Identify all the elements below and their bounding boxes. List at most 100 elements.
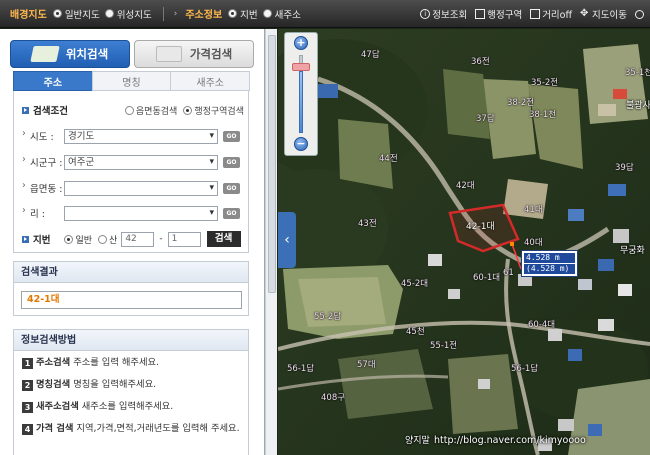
radio-new-address[interactable] <box>262 9 272 18</box>
info-query-label: 정보조회 <box>432 10 468 21</box>
sido-select[interactable]: 경기도 <box>64 128 218 144</box>
method-title: 새주소검색 <box>36 401 79 412</box>
jibun-general-label: 일반 <box>75 235 93 246</box>
lot-label: 57대 <box>357 360 376 370</box>
lot-label: 47답 <box>361 50 380 60</box>
radio-satellite-map[interactable] <box>104 9 114 18</box>
lot-label: 43전 <box>358 219 377 229</box>
distance-off-button[interactable]: 거리off <box>530 7 572 21</box>
field-row-eupmyeondong: 읍면동 : GO <box>22 180 244 196</box>
chevron-right-icon: › <box>173 8 178 19</box>
info-option-jibun-label: 지번 <box>240 9 258 21</box>
bg-option-general-label: 일반지도 <box>64 9 100 21</box>
sido-label: 시도 : <box>22 128 64 143</box>
sido-go-button[interactable]: GO <box>223 130 240 142</box>
sigungu-label: 시군구 : <box>22 154 64 169</box>
jibun-row: 지번 일반 산 42 - 1 검색 <box>22 231 244 247</box>
search-result-item[interactable]: 42-1대 <box>21 291 242 309</box>
lot-label: 60-1대 <box>473 273 501 283</box>
distance-measure-tooltip: 4.528 m (4.528 m) <box>521 250 578 277</box>
lot-label: 56-1답 <box>287 364 315 374</box>
bg-option-general[interactable]: 일반지도 <box>52 7 100 21</box>
method-desc: 지역,가격,면적,거래년도를 입력해 주세요. <box>76 423 240 434</box>
ri-go-button[interactable]: GO <box>223 207 240 219</box>
place-label: 불광사 <box>626 101 650 111</box>
sub-number-input[interactable]: 1 <box>167 231 201 247</box>
map-move-button[interactable]: ✥ 지도이동 <box>580 7 627 22</box>
sigungu-select[interactable]: 여주군 <box>64 154 218 170</box>
place-label: 양지말 <box>405 436 430 446</box>
search-method-box: 정보검색방법 1 주소검색 주소를 입력 해주세요. 2 명칭검색 명칭을 입력해주… <box>13 329 249 455</box>
info-option-jibun[interactable]: 지번 <box>228 7 258 21</box>
toolbar-divider <box>162 6 164 21</box>
tab-location-search-label: 위치검색 <box>65 47 109 61</box>
admin-district-label: 행정구역 <box>487 10 523 21</box>
admin-district-button[interactable]: 행정구역 <box>475 7 522 21</box>
ri-select[interactable] <box>64 205 218 221</box>
ruler-icon <box>530 9 541 19</box>
radio-general-map[interactable] <box>52 9 62 18</box>
search-condition-label: 검색조건 <box>33 106 68 117</box>
radio-district-search[interactable] <box>183 105 193 115</box>
zoom-slider-handle[interactable] <box>292 62 310 71</box>
address-info-heading: 주소정보 <box>185 10 223 21</box>
radio-jibun-general[interactable] <box>64 234 74 244</box>
tab-location-search[interactable]: 위치검색 <box>10 40 130 68</box>
lot-label: 36전 <box>471 57 490 67</box>
main-number-input[interactable]: 42 <box>121 231 155 247</box>
selected-parcel-label[interactable]: 42-1대 <box>466 219 495 232</box>
search-button[interactable]: 검색 <box>206 231 241 247</box>
method-item: 1 주소검색 주소를 입력 해주세요. <box>22 357 244 369</box>
field-row-ri: 리 : GO <box>22 205 244 221</box>
map-move-label: 지도이동 <box>592 10 627 21</box>
lot-label: 44전 <box>379 154 398 164</box>
number-badge: 4 <box>22 424 33 435</box>
zoom-in-button[interactable]: + <box>294 36 308 50</box>
lot-label: 35-1천 <box>625 68 650 78</box>
top-toolbar: 배경지도 일반지도 위성지도 › 주소정보 지번 새주소 i 정보조회 행정구역… <box>0 0 650 28</box>
jibun-mountain-label: 산 <box>109 235 118 246</box>
lot-label: 37답 <box>476 114 495 124</box>
info-query-button[interactable]: i 정보조회 <box>420 7 467 21</box>
search-form: 검색조건 읍면동검색 행정구역검색 시도 : 경기도 GO 시군구 : 여주군 … <box>13 91 249 253</box>
tab-price-search[interactable]: 가격검색 <box>134 40 254 68</box>
panel-collapse-button[interactable]: ‹ <box>278 212 296 268</box>
radio-jibun-mountain[interactable] <box>98 234 108 244</box>
lot-label: 61 <box>503 268 514 278</box>
eupmyeondong-select[interactable] <box>64 180 218 196</box>
eupmyeondong-label: 읍면동 : <box>22 180 64 195</box>
eupmyeondong-go-button[interactable]: GO <box>223 182 240 194</box>
lot-label: 408구 <box>321 393 346 403</box>
bg-map-heading: 배경지도 <box>10 10 47 21</box>
scrollbar-thumb[interactable] <box>268 35 276 293</box>
method-item: 3 새주소검색 새주소를 입력해주세요. <box>22 401 244 413</box>
radio-jibun[interactable] <box>228 9 238 18</box>
lot-label: 40대 <box>524 238 543 248</box>
number-badge: 2 <box>22 380 33 391</box>
magnifier-icon <box>155 46 182 62</box>
search-result-heading: 검색결과 <box>14 262 248 283</box>
panel-scrollbar[interactable] <box>265 29 277 455</box>
sigungu-go-button[interactable]: GO <box>223 156 240 168</box>
subtab-name[interactable]: 명칭 <box>91 71 172 91</box>
search-method-heading: 정보검색방법 <box>14 330 248 351</box>
bg-option-satellite[interactable]: 위성지도 <box>104 7 152 21</box>
subtab-address[interactable]: 주소 <box>13 71 93 91</box>
radio-dong-search[interactable] <box>124 105 134 115</box>
subtab-new-address[interactable]: 새주소 <box>170 71 251 91</box>
lot-label: 35-2전 <box>531 78 559 88</box>
distance-off-label: 거리off <box>542 10 573 21</box>
sub-tabs: 주소 명칭 새주소 <box>13 71 251 91</box>
method-item: 4 가격 검색 지역,가격,면적,거래년도를 입력해 주세요. <box>22 423 244 435</box>
zoom-tool-button[interactable] <box>635 9 646 19</box>
lot-label: 45-2대 <box>401 279 429 289</box>
number-badge: 1 <box>22 358 33 369</box>
move-icon: ✥ <box>580 8 589 19</box>
zoom-out-button[interactable]: − <box>294 137 308 151</box>
info-option-new-address[interactable]: 새주소 <box>262 7 301 21</box>
document-icon <box>475 9 486 19</box>
search-panel: 위치검색 가격검색 주소 명칭 새주소 검색조건 읍면동검색 행정구역검색 시도… <box>0 29 265 455</box>
dong-search-label: 읍면동검색 <box>135 106 178 117</box>
measure-total: (4.528 m) <box>524 264 575 274</box>
method-desc: 새주소를 입력해주세요. <box>81 401 174 412</box>
